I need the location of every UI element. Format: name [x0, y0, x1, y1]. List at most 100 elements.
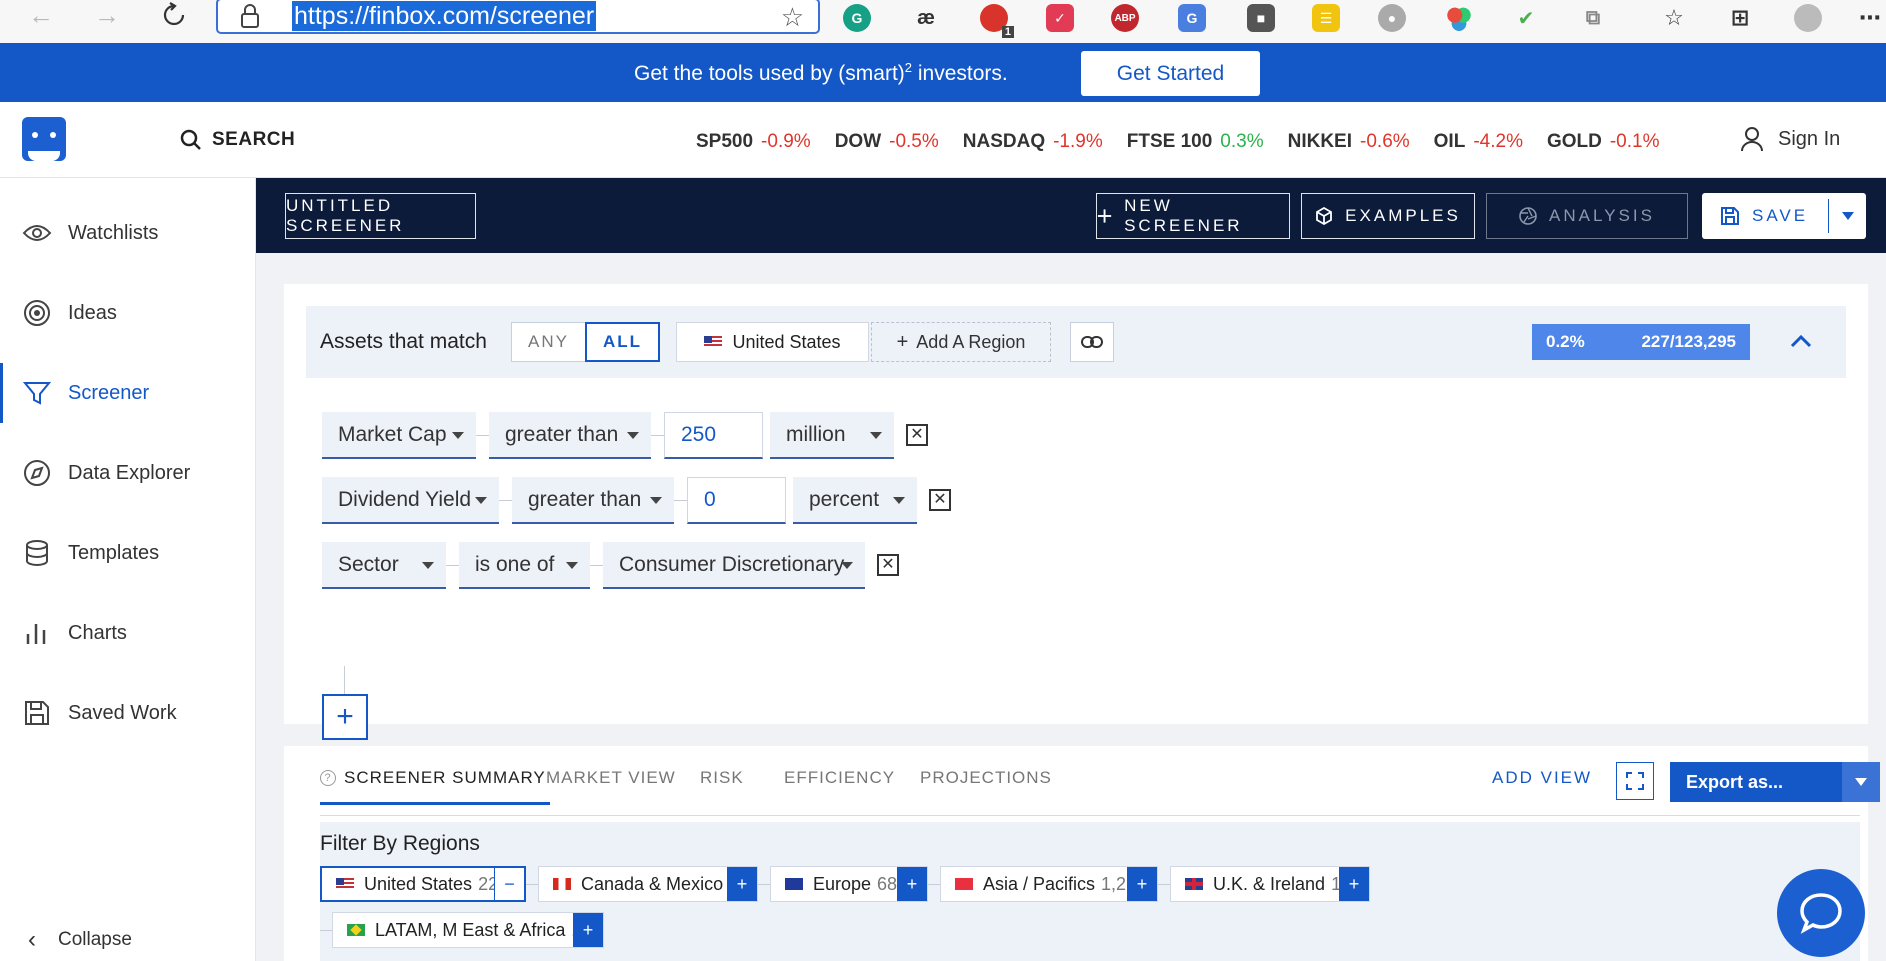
- url-text[interactable]: https://finbox.com/screener: [292, 1, 597, 31]
- analysis-button[interactable]: ANALYSIS: [1486, 193, 1688, 239]
- ticker-gold[interactable]: GOLD -0.1%: [1547, 131, 1660, 153]
- add-region-button[interactable]: +: [1127, 867, 1157, 901]
- tab-market-view[interactable]: MARKET VIEW: [546, 768, 676, 788]
- ticker-ftse[interactable]: FTSE 100 0.3%: [1127, 131, 1264, 153]
- get-started-button[interactable]: Get Started: [1081, 51, 1260, 96]
- filter-icon: [22, 382, 52, 405]
- sidebar-item-data-explorer[interactable]: Data Explorer: [0, 443, 256, 503]
- save-options-dropdown[interactable]: [1828, 199, 1866, 233]
- sidebar-item-watchlists[interactable]: Watchlists: [0, 203, 256, 263]
- chevron-left-icon: ‹: [28, 926, 36, 953]
- operator-select[interactable]: greater than: [489, 412, 651, 459]
- tab-screener-summary[interactable]: ? SCREENER SUMMARY: [320, 768, 550, 805]
- save-button[interactable]: SAVE: [1702, 193, 1866, 239]
- spellcheck-icon[interactable]: ✔: [1512, 4, 1540, 32]
- sidebar-item-screener[interactable]: Screener: [0, 363, 256, 423]
- region-filter-canada-mexico[interactable]: Canada & Mexico 13 +: [538, 866, 758, 902]
- tab-efficiency[interactable]: EFFICIENCY: [784, 768, 895, 788]
- color-icon[interactable]: [1445, 4, 1473, 32]
- tab-projections[interactable]: PROJECTIONS: [920, 768, 1052, 788]
- screener-criteria-card: Assets that match ANY ALL United States …: [284, 284, 1868, 740]
- metric-select[interactable]: Dividend Yield: [322, 477, 499, 524]
- extension-badge-count: 1: [1001, 26, 1014, 38]
- sidebar-item-templates[interactable]: Templates: [0, 523, 256, 583]
- ticker-dow[interactable]: DOW -0.5%: [835, 131, 939, 153]
- value-input[interactable]: 250: [664, 412, 763, 459]
- back-icon[interactable]: ←: [26, 0, 56, 30]
- metric-select[interactable]: Sector: [322, 542, 446, 589]
- examples-button[interactable]: EXAMPLES: [1301, 193, 1475, 239]
- collections-icon[interactable]: ⊞: [1726, 4, 1754, 32]
- sidebar-item-charts[interactable]: Charts: [0, 603, 256, 663]
- adblock-icon[interactable]: ABP: [1111, 4, 1139, 32]
- value-input[interactable]: 0: [687, 477, 786, 524]
- remove-region-button[interactable]: −: [494, 868, 524, 900]
- share-link-button[interactable]: [1070, 322, 1114, 362]
- remove-filter-button[interactable]: ✕: [906, 424, 928, 446]
- caret-down-icon: [475, 497, 487, 504]
- ticker-sp500[interactable]: SP500 -0.9%: [696, 131, 811, 153]
- pocket-icon[interactable]: ✓: [1046, 4, 1074, 32]
- metric-select[interactable]: Market Cap: [322, 412, 476, 459]
- match-all-toggle[interactable]: ALL: [585, 322, 660, 362]
- uk-flag-icon: [1185, 878, 1203, 890]
- forward-icon[interactable]: →: [92, 0, 122, 30]
- add-region-button[interactable]: +: [573, 913, 603, 947]
- add-region-button[interactable]: +: [897, 867, 927, 901]
- reload-icon[interactable]: [159, 0, 189, 30]
- region-filter-uk-ireland[interactable]: U.K. & Ireland 174 +: [1170, 866, 1370, 902]
- profile-avatar-icon[interactable]: [1794, 4, 1822, 32]
- tab-risk[interactable]: RISK: [700, 768, 744, 788]
- unit-select[interactable]: million: [770, 412, 894, 459]
- globe-icon[interactable]: ●: [1378, 4, 1406, 32]
- match-any-toggle[interactable]: ANY: [511, 322, 586, 362]
- cube-icon: [1316, 207, 1333, 225]
- finbox-logo[interactable]: [22, 117, 66, 161]
- ticker-nikkei[interactable]: NIKKEI -0.6%: [1288, 131, 1410, 153]
- add-view-button[interactable]: ADD VIEW: [1492, 768, 1592, 788]
- camera-icon[interactable]: ■: [1247, 4, 1275, 32]
- operator-select[interactable]: is one of: [459, 542, 590, 589]
- remove-filter-button[interactable]: ✕: [929, 489, 951, 511]
- bookmark-star-icon[interactable]: ☆: [781, 2, 804, 33]
- grammarly-icon[interactable]: G: [843, 4, 871, 32]
- region-chip-united-states[interactable]: United States: [676, 322, 869, 362]
- ticker-nasdaq[interactable]: NASDAQ -1.9%: [963, 131, 1103, 153]
- caret-down-icon[interactable]: [1842, 762, 1880, 802]
- value-select[interactable]: Consumer Discretionary: [603, 542, 865, 589]
- add-filter-button[interactable]: +: [322, 694, 368, 740]
- translate-icon[interactable]: G: [1178, 4, 1206, 32]
- address-bar[interactable]: https://finbox.com/screener ☆: [216, 0, 820, 34]
- fullscreen-button[interactable]: [1616, 762, 1654, 800]
- ticker-oil[interactable]: OIL -4.2%: [1434, 131, 1523, 153]
- new-screener-button[interactable]: NEW SCREENER: [1096, 193, 1290, 239]
- sign-in-button[interactable]: Sign In: [1740, 126, 1840, 152]
- more-menu-icon[interactable]: ⋯: [1856, 4, 1884, 32]
- extension-badge-icon[interactable]: 1: [980, 4, 1014, 38]
- target-icon: [24, 300, 50, 326]
- region-filter-united-states[interactable]: United States 227 −: [320, 866, 526, 902]
- region-filter-latam-meast-africa[interactable]: LATAM, M East & Africa 137 +: [332, 912, 604, 948]
- search-button[interactable]: SEARCH: [180, 129, 295, 151]
- us-flag-icon: [704, 336, 723, 348]
- collapse-sidebar-button[interactable]: ‹ Collapse: [28, 926, 132, 954]
- add-region-button[interactable]: + Add A Region: [871, 322, 1051, 362]
- highlighter-icon[interactable]: ☰: [1312, 4, 1340, 32]
- screener-title-button[interactable]: UNTITLED SCREENER: [285, 193, 476, 239]
- ae-icon[interactable]: æ: [912, 4, 940, 32]
- copy-icon[interactable]: ⧉: [1579, 4, 1607, 32]
- operator-select[interactable]: greater than: [512, 477, 674, 524]
- collapse-criteria-button[interactable]: [1786, 326, 1816, 356]
- add-region-button[interactable]: +: [727, 867, 757, 901]
- add-region-button[interactable]: +: [1339, 867, 1369, 901]
- unit-select[interactable]: percent: [793, 477, 917, 524]
- export-dropdown[interactable]: Export as...: [1670, 762, 1880, 802]
- sidebar-item-saved-work[interactable]: Saved Work: [0, 683, 256, 743]
- region-filter-europe[interactable]: Europe 687 +: [770, 866, 928, 902]
- favorites-icon[interactable]: ☆: [1660, 4, 1688, 32]
- remove-filter-button[interactable]: ✕: [877, 554, 899, 576]
- chat-support-button[interactable]: [1777, 869, 1865, 957]
- sidebar-item-ideas[interactable]: Ideas: [0, 283, 256, 343]
- region-filter-asia-pacifics[interactable]: Asia / Pacifics 1,229 +: [940, 866, 1158, 902]
- save-icon: [1721, 207, 1739, 225]
